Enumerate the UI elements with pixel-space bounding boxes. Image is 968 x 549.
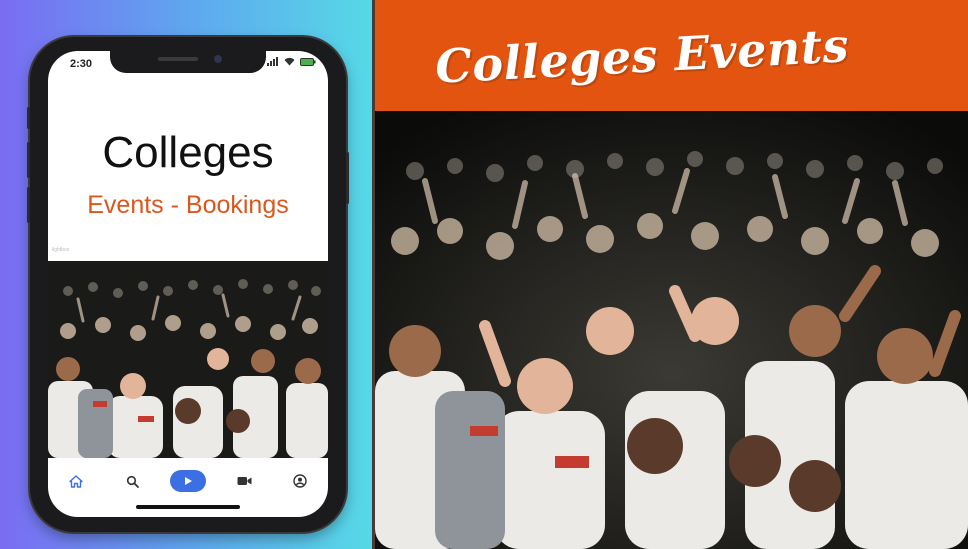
play-icon	[184, 477, 192, 485]
nav-search[interactable]	[114, 468, 150, 494]
phone-notch	[110, 51, 266, 73]
crowd-illustration	[375, 111, 968, 549]
front-camera	[214, 55, 222, 63]
play-button-pill	[170, 470, 206, 492]
search-icon	[126, 475, 139, 488]
account-icon	[293, 474, 307, 488]
power-button	[346, 152, 349, 204]
app-title: Colleges	[102, 128, 274, 177]
banner-title: Colleges Events	[433, 17, 850, 94]
status-time: 2:30	[70, 58, 93, 70]
app-event-photo[interactable]	[48, 261, 328, 458]
nav-play[interactable]	[170, 468, 206, 494]
video-camera-icon	[237, 477, 251, 485]
right-panel: Colleges Events	[375, 0, 968, 549]
nav-video[interactable]	[226, 468, 262, 494]
battery-icon	[300, 57, 316, 66]
bottom-navigation-bar	[48, 461, 328, 501]
phone-screen: 2:30 Colleges Events - Bookings lightbox	[48, 51, 328, 517]
phone-mockup: 2:30 Colleges Events - Bookings lightbox	[27, 37, 349, 532]
crowd-photo	[375, 111, 968, 549]
app-subtitle: Events - Bookings	[87, 191, 289, 219]
mute-switch	[27, 107, 30, 129]
status-icons	[267, 57, 316, 66]
home-indicator[interactable]	[136, 505, 240, 509]
speaker-grille	[158, 57, 198, 61]
nav-account[interactable]	[282, 468, 318, 494]
signal-icon	[267, 57, 278, 66]
wifi-icon	[284, 57, 295, 66]
nav-home[interactable]	[58, 468, 94, 494]
image-caption: lightbox	[52, 247, 70, 253]
crowd-thumbnail	[48, 261, 328, 458]
home-icon	[69, 474, 83, 488]
volume-up-button	[27, 142, 30, 178]
title-banner: Colleges Events	[375, 0, 968, 111]
volume-down-button	[27, 187, 30, 223]
